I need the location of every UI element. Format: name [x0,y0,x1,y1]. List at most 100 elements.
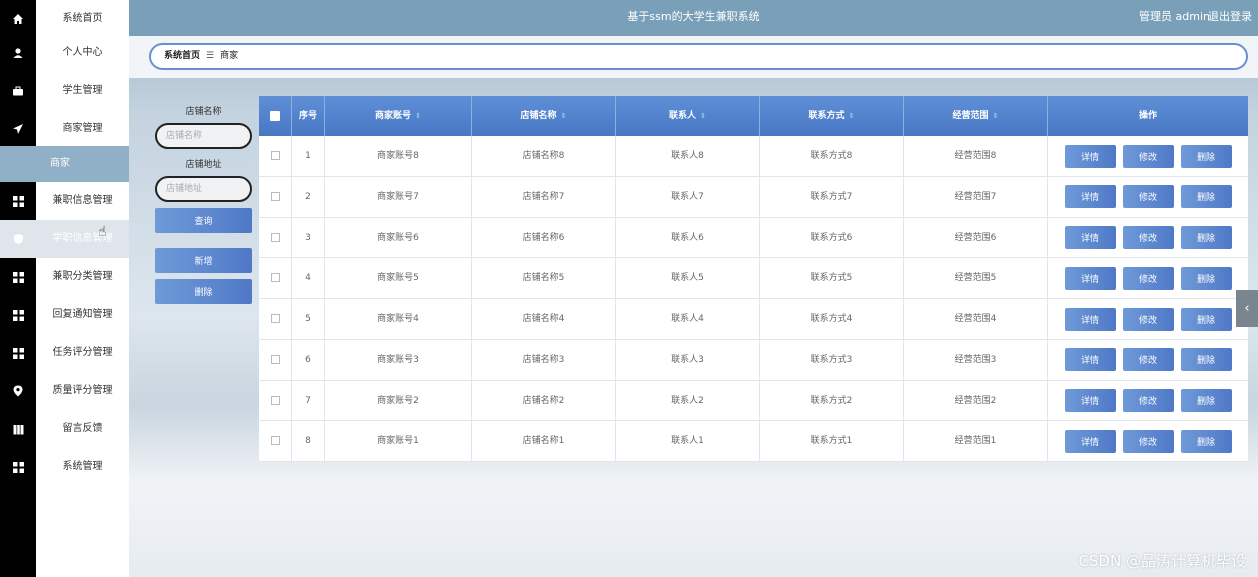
row-checkbox[interactable] [270,436,280,446]
delete-button[interactable]: 删除 [1180,226,1232,249]
table-row: 5 商家账号4 店铺名称4 联系人4 联系方式4 经营范围4 详情 修改 删除 [259,299,1248,340]
sidebar-item-notice[interactable]: 回复通知管理 [0,296,129,334]
query-button[interactable]: 查询 [155,208,252,233]
cell-store: 店铺名称1 [472,421,616,462]
edit-button[interactable]: 修改 [1122,348,1174,372]
sidebar-item-label: 学职信息管理 [52,233,113,244]
cell-no: 3 [292,217,325,259]
column-header-store[interactable]: 店铺名称 ⇕ [472,96,616,136]
table-row: 1 商家账号8 店铺名称8 联系人8 联系方式8 经营范围8 详情 修改 删除 [259,136,1248,177]
briefcase-icon [0,72,36,110]
grid-icon [0,296,36,334]
cell-contact: 联系人7 [616,176,760,218]
cell-phone: 联系方式3 [760,339,904,381]
edit-button[interactable]: 修改 [1122,429,1174,453]
column-header-account[interactable]: 商家账号 ⇕ [325,96,472,136]
cell-phone: 联系方式7 [760,176,904,218]
table-header: 序号 商家账号 ⇕ 店铺名称 ⇕ 联系人 ⇕ 联系方式 ⇕ 经营范围 ⇕ 操作 [259,96,1248,136]
edit-button[interactable]: 修改 [1122,389,1174,412]
table-row: 7 商家账号2 店铺名称2 联系人2 联系方式2 经营范围2 详情 修改 删除 [259,380,1248,422]
row-checkbox[interactable] [270,273,280,283]
detail-button[interactable]: 详情 [1064,266,1116,290]
edit-button[interactable]: 修改 [1122,307,1174,331]
add-button[interactable]: 新增 [155,248,252,273]
sidebar-item-profile[interactable]: 个人中心 [0,34,129,72]
detail-button[interactable]: 详情 [1064,307,1116,331]
cell-store: 店铺名称4 [472,299,616,340]
sidebar-item-label: 质量评分管理 [52,385,113,396]
pin-icon [0,372,36,410]
column-header-no: 序号 [292,96,325,136]
sidebar-item-parttime-info[interactable]: 兼职信息管理 [0,182,129,220]
table-body: 1 商家账号8 店铺名称8 联系人8 联系方式8 经营范围8 详情 修改 删除 … [259,136,1248,462]
home-icon [0,0,36,38]
cell-phone: 联系方式6 [760,217,904,259]
delete-button[interactable]: 删除 [1180,144,1232,168]
sort-icon: ⇕ [992,112,999,120]
row-checkbox[interactable] [270,354,280,364]
delete-button[interactable]: 删除 [1180,429,1232,453]
cell-account: 商家账号2 [325,380,472,422]
user-icon [0,34,36,72]
detail-button[interactable]: 详情 [1064,185,1116,209]
edit-button[interactable]: 修改 [1122,144,1174,168]
sidebar-item-quality-rating[interactable]: 质量评分管理 [0,372,129,410]
breadcrumb-home-link[interactable]: 系统首页 [164,51,200,61]
row-checkbox[interactable] [270,151,280,160]
cell-contact: 联系人2 [616,380,760,422]
cell-phone: 联系方式8 [760,136,904,177]
sidebar-item-feedback[interactable]: 留言反馈 [0,410,129,448]
edit-button[interactable]: 修改 [1122,226,1174,249]
sidebar-item-task-rating[interactable]: 任务评分管理 [0,334,129,372]
breadcrumb-current: 商家 [220,51,239,61]
batch-delete-button[interactable]: 删除 [155,279,252,304]
sidebar-item-merchants[interactable]: 商家管理 [0,110,129,148]
sidebar-subitem-merchant[interactable]: 商家 [0,146,129,182]
store-address-input[interactable] [155,176,252,202]
delete-button[interactable]: 删除 [1180,348,1232,372]
column-header-contact[interactable]: 联系人 ⇕ [616,96,760,136]
edit-button[interactable]: 修改 [1122,266,1174,290]
delete-button[interactable]: 删除 [1180,307,1232,331]
detail-button[interactable]: 详情 [1064,348,1116,372]
table-row: 3 商家账号6 店铺名称6 联系人6 联系方式6 经营范围6 详情 修改 删除 [259,217,1248,259]
row-checkbox[interactable] [270,191,280,201]
hand-cursor-icon: ☝ [98,224,107,240]
collapse-chevron-icon[interactable]: ‹ [1236,290,1258,327]
sidebar-item-students[interactable]: 学生管理 [0,72,129,110]
detail-button[interactable]: 详情 [1064,389,1116,412]
edit-button[interactable]: 修改 [1122,185,1174,209]
detail-button[interactable]: 详情 [1064,429,1116,453]
sidebar-item-system[interactable]: 系统管理 [0,448,129,486]
delete-button[interactable]: 删除 [1180,185,1232,209]
current-user: 管理员 admin [1139,10,1210,23]
sidebar-item-label: 兼职分类管理 [52,271,113,282]
sidebar-item-category[interactable]: 兼职分类管理 [0,258,129,296]
sidebar-item-job-info[interactable]: 学职信息管理 [0,220,129,258]
column-header-phone[interactable]: 联系方式 ⇕ [760,96,904,136]
column-header-scope[interactable]: 经营范围 ⇕ [904,96,1048,136]
cell-account: 商家账号4 [325,299,472,340]
detail-button[interactable]: 详情 [1064,144,1116,168]
sort-icon: ⇕ [560,112,567,120]
cell-account: 商家账号1 [325,421,472,462]
delete-button[interactable]: 删除 [1180,266,1232,290]
row-checkbox[interactable] [270,314,280,323]
delete-button[interactable]: 删除 [1180,389,1232,412]
detail-button[interactable]: 详情 [1064,226,1116,249]
row-checkbox[interactable] [270,232,280,242]
row-checkbox[interactable] [270,395,280,405]
book-icon [0,410,36,448]
select-all-checkbox[interactable] [259,96,292,136]
sidebar-item-label: 留言反馈 [62,423,103,434]
merchant-table: 序号 商家账号 ⇕ 店铺名称 ⇕ 联系人 ⇕ 联系方式 ⇕ 经营范围 ⇕ 操作 1 商家账… [259,96,1248,462]
store-name-input[interactable] [155,123,252,149]
sidebar-item-home[interactable]: 系统首页 [0,0,129,38]
cell-no: 1 [292,136,325,177]
table-row: 6 商家账号3 店铺名称3 联系人3 联系方式3 经营范围3 详情 修改 删除 [259,339,1248,381]
cell-store: 店铺名称2 [472,380,616,422]
cell-contact: 联系人8 [616,136,760,177]
cell-scope: 经营范围6 [904,217,1048,259]
logout-link[interactable]: 退出登录 [1208,0,1252,34]
cell-scope: 经营范围7 [904,176,1048,218]
